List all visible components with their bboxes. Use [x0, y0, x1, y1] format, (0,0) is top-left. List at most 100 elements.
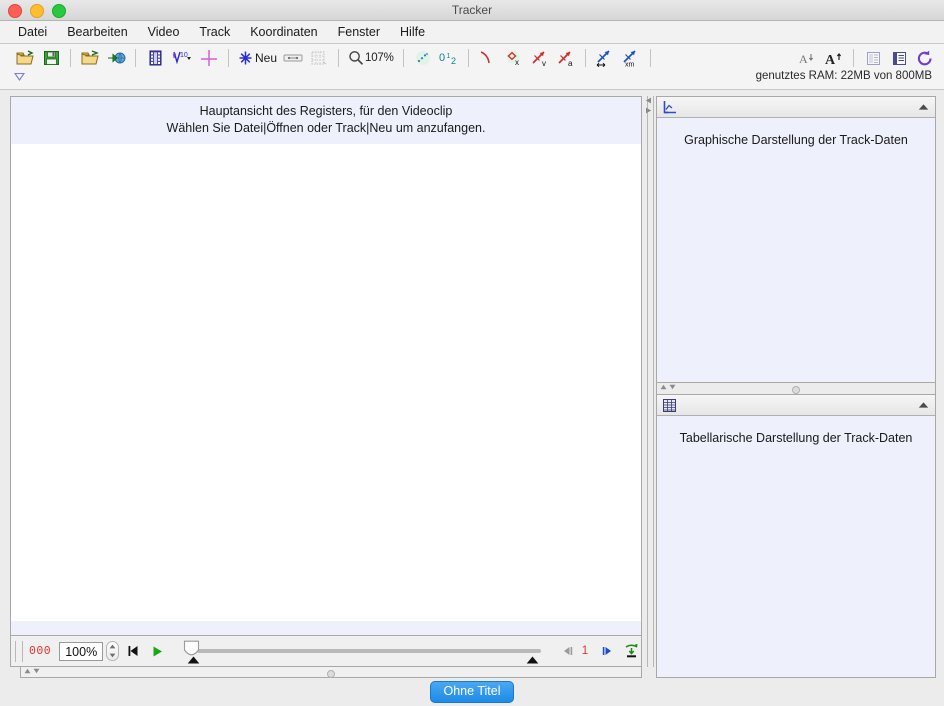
menu-datei[interactable]: Datei: [8, 23, 57, 41]
font-larger-button[interactable]: A: [821, 47, 847, 69]
vertical-splitter-controls[interactable]: [645, 97, 652, 114]
rewind-button[interactable]: [123, 641, 143, 661]
vector-xm-icon: xm: [620, 49, 641, 67]
open-folder-button[interactable]: [12, 47, 38, 69]
menu-track[interactable]: Track: [189, 23, 240, 41]
clip-settings-button[interactable]: [142, 47, 168, 69]
video-message-line1: Hauptansicht des Registers, für den Vide…: [199, 104, 453, 118]
toolbar-separator: [467, 49, 469, 67]
import-web-icon: [107, 50, 126, 66]
video-placeholder-message: Hauptansicht des Registers, für den Vide…: [11, 97, 641, 144]
document-tab[interactable]: Ohne Titel: [429, 681, 515, 703]
trails-button[interactable]: [410, 47, 436, 69]
loop-export-button[interactable]: [621, 641, 641, 661]
player-controls: 000 100% 1: [10, 636, 642, 667]
menu-fenster[interactable]: Fenster: [328, 23, 390, 41]
trails-icon: [414, 50, 432, 66]
open-video-icon: [81, 50, 99, 66]
video-panel[interactable]: Hauptansicht des Registers, für den Vide…: [10, 96, 642, 636]
splitter-left-icon: [645, 97, 651, 104]
main-vertical-splitter[interactable]: [642, 96, 656, 678]
toolbar-collapse-toggle[interactable]: [14, 72, 25, 81]
data-splitter-down-icon: [669, 384, 676, 390]
data-table-layout-button[interactable]: [860, 47, 886, 69]
plot-panel: Graphische Darstellung der Track-Daten: [656, 96, 936, 383]
axes-button[interactable]: [196, 47, 222, 69]
acceleration-button[interactable]: a: [553, 47, 579, 69]
player-drag-grip[interactable]: [15, 640, 23, 662]
plot-axes-icon: [662, 100, 678, 115]
zoom-level-value: 107%: [365, 52, 394, 64]
timeline-in-marker[interactable]: [187, 656, 200, 664]
frame-numbers-button[interactable]: 0 1 2: [436, 47, 462, 69]
data-splitter-controls[interactable]: [660, 384, 676, 390]
velocity-v-icon: v: [530, 50, 550, 67]
vertical-splitter-bar[interactable]: [647, 96, 654, 667]
svg-text:1: 1: [446, 53, 450, 60]
zoom-button[interactable]: 107%: [345, 47, 397, 69]
splitter-up-icon: [24, 668, 31, 674]
statusbar: Ohne Titel: [0, 678, 944, 706]
data-table-icon: [662, 398, 677, 413]
video-filter-button[interactable]: 10: [168, 47, 196, 69]
vector-xy-button[interactable]: [592, 47, 618, 69]
new-track-button[interactable]: Neu: [235, 47, 280, 69]
position-x-button[interactable]: x: [501, 47, 527, 69]
refresh-button[interactable]: [912, 47, 938, 69]
data-panels-splitter[interactable]: [656, 383, 936, 394]
splitter-grip[interactable]: [327, 670, 335, 678]
table-panel-header[interactable]: [657, 395, 935, 416]
timeline-track[interactable]: [197, 649, 541, 653]
calibration-tape-icon: [283, 52, 303, 64]
new-track-icon: [238, 50, 253, 66]
playback-rate-input[interactable]: 100%: [59, 641, 104, 661]
toolbar-separator: [649, 49, 651, 67]
timeline-out-marker[interactable]: [526, 656, 539, 664]
menu-bearbeiten[interactable]: Bearbeiten: [57, 23, 137, 41]
save-button[interactable]: [38, 47, 64, 69]
calibration-tape-button[interactable]: [280, 47, 306, 69]
step-size-label: 1: [581, 645, 589, 657]
data-column: Graphische Darstellung der Track-Daten T…: [656, 90, 942, 678]
plot-panel-body[interactable]: Graphische Darstellung der Track-Daten: [657, 118, 935, 382]
path-curve-button[interactable]: [475, 47, 501, 69]
splitter-collapse-controls[interactable]: [24, 668, 40, 674]
play-button[interactable]: [147, 641, 167, 661]
velocity-button[interactable]: v: [527, 47, 553, 69]
panel-layout-button[interactable]: [886, 47, 912, 69]
video-panel-splitter[interactable]: [20, 667, 642, 678]
menubar: Datei Bearbeiten Video Track Koordinaten…: [0, 21, 944, 44]
table-panel-body[interactable]: Tabellarische Darstellung der Track-Date…: [657, 416, 935, 677]
open-video-button[interactable]: [77, 47, 103, 69]
calibration-grid-button[interactable]: [306, 47, 332, 69]
menu-koordinaten[interactable]: Koordinaten: [240, 23, 327, 41]
acceleration-a-icon: a: [556, 50, 576, 67]
import-web-button[interactable]: [103, 47, 129, 69]
video-canvas-footer: [11, 621, 641, 635]
window-title: Tracker: [451, 3, 493, 17]
font-smaller-button[interactable]: A: [795, 47, 821, 69]
plot-placeholder-message: Graphische Darstellung der Track-Daten: [684, 133, 908, 147]
new-track-label: Neu: [255, 51, 278, 65]
step-forward-button[interactable]: [597, 641, 617, 661]
plot-panel-collapse-button[interactable]: [918, 103, 929, 111]
table-placeholder-message: Tabellarische Darstellung der Track-Date…: [679, 431, 913, 445]
step-back-button[interactable]: [557, 641, 577, 661]
open-folder-icon: [16, 50, 34, 66]
playback-rate-stepper[interactable]: [106, 641, 120, 661]
data-splitter-grip[interactable]: [792, 386, 800, 394]
window-titlebar: Tracker: [0, 0, 944, 21]
menu-video[interactable]: Video: [138, 23, 190, 41]
path-curve-icon: [479, 50, 497, 66]
toolbar-separator: [584, 49, 586, 67]
video-filter-icon: 10: [171, 50, 193, 67]
vector-xm-button[interactable]: xm: [618, 47, 644, 69]
video-column: Hauptansicht des Registers, für den Vide…: [0, 90, 642, 678]
toolbar-separator: [338, 49, 340, 67]
table-panel-collapse-button[interactable]: [918, 401, 929, 409]
splitter-right-icon: [646, 107, 652, 114]
timeline-slider[interactable]: [175, 637, 547, 665]
plot-panel-header[interactable]: [657, 97, 935, 118]
menu-hilfe[interactable]: Hilfe: [390, 23, 435, 41]
video-canvas[interactable]: [11, 143, 641, 621]
